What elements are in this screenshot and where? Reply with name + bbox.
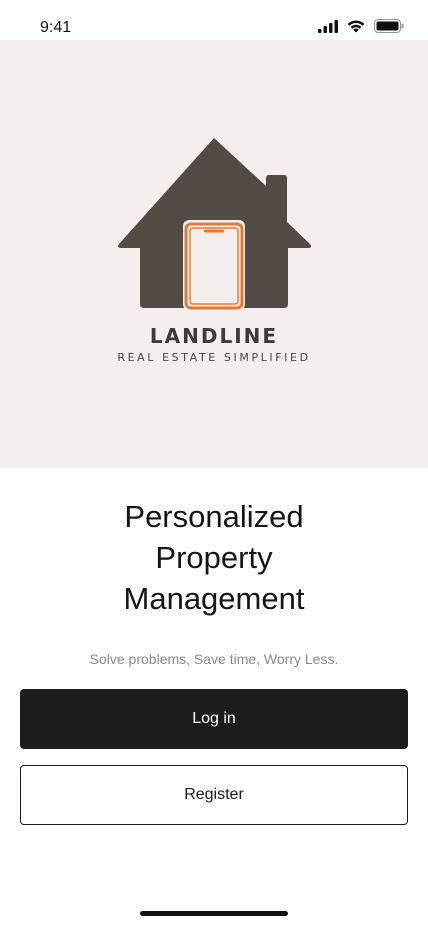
register-button[interactable]: Register [20, 765, 408, 825]
landline-logo [116, 138, 312, 315]
status-time: 9:41 [40, 19, 72, 36]
wifi-icon [346, 19, 366, 38]
login-button-label: Log in [192, 710, 236, 727]
house-phone-logo-icon [118, 138, 312, 310]
status-icons [318, 19, 404, 38]
brand-name: LANDLINE [149, 324, 279, 348]
subtitle: Solve problems, Save time, Worry Less. [89, 651, 339, 667]
status-bar: 9:41 [0, 0, 428, 40]
page-title: Personalized Property Management [123, 499, 305, 616]
cellular-signal-icon [318, 19, 338, 38]
brand-tagline: REAL ESTATE SIMPLIFIED [117, 351, 311, 364]
register-button-label: Register [184, 786, 244, 803]
login-button[interactable]: Log in [20, 689, 408, 749]
battery-icon [374, 19, 404, 38]
home-indicator[interactable] [140, 911, 288, 916]
hero-banner: LANDLINE REAL ESTATE SIMPLIFIED [0, 40, 428, 468]
